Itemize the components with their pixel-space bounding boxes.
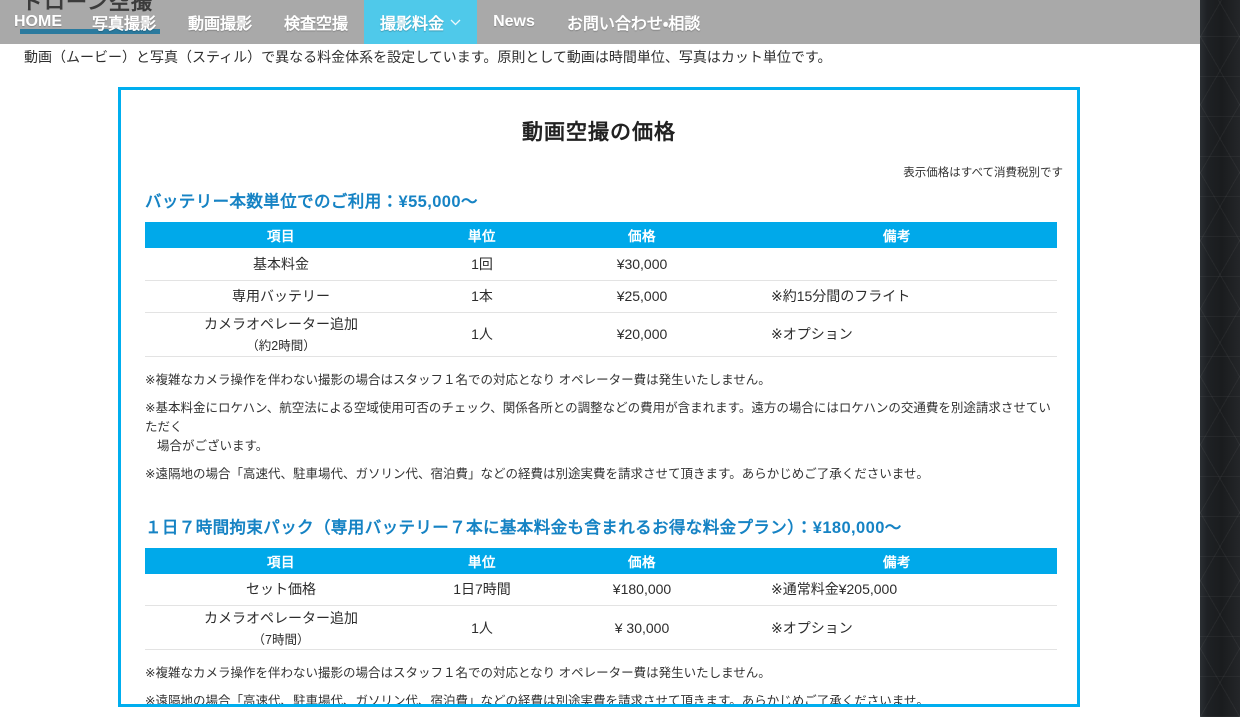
cell-item-subtext: （7時間）	[252, 632, 310, 647]
column-header-1: 項目	[145, 222, 417, 248]
cell-item: カメラオペレーター追加 （約2時間）	[145, 312, 417, 357]
page-root: ドローン空撮 HOME 写真撮影 動画撮影 検査空撮 撮影料金 News お問い合わせ・相談…	[0, 0, 1240, 717]
column-header-3: 価格	[547, 222, 737, 248]
cell-item: 基本料金	[145, 248, 417, 281]
table-row: 基本料金 1回 ¥30,000	[145, 248, 1057, 281]
cell-price: ¥ 30,000	[547, 605, 737, 650]
cell-item: セット価格	[145, 573, 417, 606]
cell-price: ¥20,000	[547, 312, 737, 357]
nav-item-label: 写真撮影	[92, 16, 157, 33]
nav-item-label: 検査空撮	[284, 16, 349, 33]
note-line: ※遠隔地の場合「高速代、駐車場代、ガソリン代、宿泊費」などの経費は別途実費を請求…	[145, 466, 929, 481]
cell-price: ¥25,000	[547, 280, 737, 313]
nav-item-3[interactable]: 動画撮影	[172, 0, 268, 44]
nav-item-6[interactable]: News	[477, 0, 551, 44]
nav-item-1[interactable]: HOME	[0, 0, 76, 44]
nav-item-7[interactable]: お問い合わせ・相談	[551, 0, 716, 44]
nav-item-label: HOME	[14, 13, 62, 30]
note-line: ※複雑なカメラ操作を伴わない撮影の場合はスタッフ１名での対応となり オペレーター…	[145, 666, 771, 680]
cell-note: ※オプション	[737, 312, 1057, 357]
column-header-1: 項目	[145, 547, 417, 574]
column-header-3: 価格	[547, 547, 737, 574]
column-header-2: 単位	[417, 547, 547, 574]
table-row: 専用バッテリー 1本 ¥25,000 ※約15分間のフライト	[145, 280, 1057, 313]
table-row: カメラオペレーター追加 （約2時間） 1人 ¥20,000 ※オプション	[145, 312, 1057, 357]
chevron-down-icon	[450, 19, 461, 26]
pricing-table-pack: 項目 単位 価格 備考 セット価格 1日7時間 ¥180,000 ※通常料金¥205,000…	[145, 547, 1057, 650]
cell-unit: 1日7時間	[417, 573, 547, 606]
note-line: ※遠隔地の場合「高速代、駐車場代、ガソリン代、宿泊費」などの経費は別途実費を請求…	[145, 694, 929, 707]
notes-battery: ※複雑なカメラ操作を伴わない撮影の場合はスタッフ１名での対応となり オペレーター…	[145, 371, 1061, 484]
note-line-continuation: 場合がございます。	[157, 438, 269, 453]
notes-pack: ※複雑なカメラ操作を伴わない撮影の場合はスタッフ１名での対応となり オペレーター…	[145, 664, 1061, 707]
cell-note	[737, 248, 1057, 281]
nav-item-label: お問い合わせ・相談	[566, 16, 701, 33]
nav-item-label: 撮影料金	[380, 16, 445, 33]
tax-note: 表示価格はすべて消費税別です	[903, 167, 1063, 179]
cell-price: ¥180,000	[547, 573, 737, 606]
nav-item-5[interactable]: 撮影料金	[364, 0, 478, 44]
note-line: ※基本料金にロケハン、航空法による空域使用可否のチェック、関係各所との調整などの…	[145, 399, 1061, 456]
cell-note: ※通常料金¥205,000	[737, 573, 1057, 606]
cell-item-subtext: （約2時間）	[246, 339, 316, 353]
cell-unit: 1本	[417, 280, 547, 313]
section-heading-battery: バッテリー本数単位でのご利用：¥55,000〜	[145, 193, 478, 211]
table-row: カメラオペレーター追加 （7時間） 1人 ¥ 30,000 ※オプション	[145, 605, 1057, 650]
cell-unit: 1人	[417, 605, 547, 650]
column-header-4: 備考	[737, 222, 1057, 248]
table-header-row: 項目 単位 価格 備考	[145, 222, 1057, 248]
main-navigation: HOME 写真撮影 動画撮影 検査空撮 撮影料金 News お問い合わせ・相談	[0, 0, 716, 44]
pricing-table-battery: 項目 単位 価格 備考 基本料金 1回 ¥30,000 専用バッテリー 1本 ¥25,000 ※約…	[145, 222, 1057, 357]
nav-item-4[interactable]: 検査空撮	[268, 0, 364, 44]
panel-title: 動画空撮の価格	[522, 121, 676, 144]
site-header: ドローン空撮 HOME 写真撮影 動画撮影 検査空撮 撮影料金 News お問い合わせ・相談	[0, 0, 1200, 44]
nav-item-label: 動画撮影	[188, 16, 253, 33]
cell-item: カメラオペレーター追加 （7時間）	[145, 605, 417, 650]
cell-unit: 1回	[417, 248, 547, 281]
cell-note: ※オプション	[737, 605, 1057, 650]
cell-item: 専用バッテリー	[145, 280, 417, 313]
column-header-2: 単位	[417, 222, 547, 248]
column-header-4: 備考	[737, 547, 1057, 574]
table-row: セット価格 1日7時間 ¥180,000 ※通常料金¥205,000	[145, 573, 1057, 606]
table-header-row: 項目 単位 価格 備考	[145, 547, 1057, 574]
note-line: ※複雑なカメラ操作を伴わない撮影の場合はスタッフ１名での対応となり オペレーター…	[145, 372, 771, 387]
section-heading-pack: １日７時間拘束パック（専用バッテリー７本に基本料金も含まれるお得な料金プラン）：…	[145, 518, 902, 537]
cell-unit: 1人	[417, 312, 547, 357]
cell-price: ¥30,000	[547, 248, 737, 281]
nav-item-label: News	[493, 13, 535, 30]
nav-item-2[interactable]: 写真撮影	[76, 0, 172, 44]
right-edge-decoration	[1200, 0, 1240, 717]
intro-text: 動画（ムービー）と写真（スティル）で異なる料金体系を設定しています。原則として動…	[24, 49, 832, 65]
cell-note: ※約15分間のフライト	[737, 280, 1057, 313]
pricing-panel: 動画空撮の価格 表示価格はすべて消費税別です バッテリー本数単位でのご利用：¥5…	[118, 87, 1080, 707]
